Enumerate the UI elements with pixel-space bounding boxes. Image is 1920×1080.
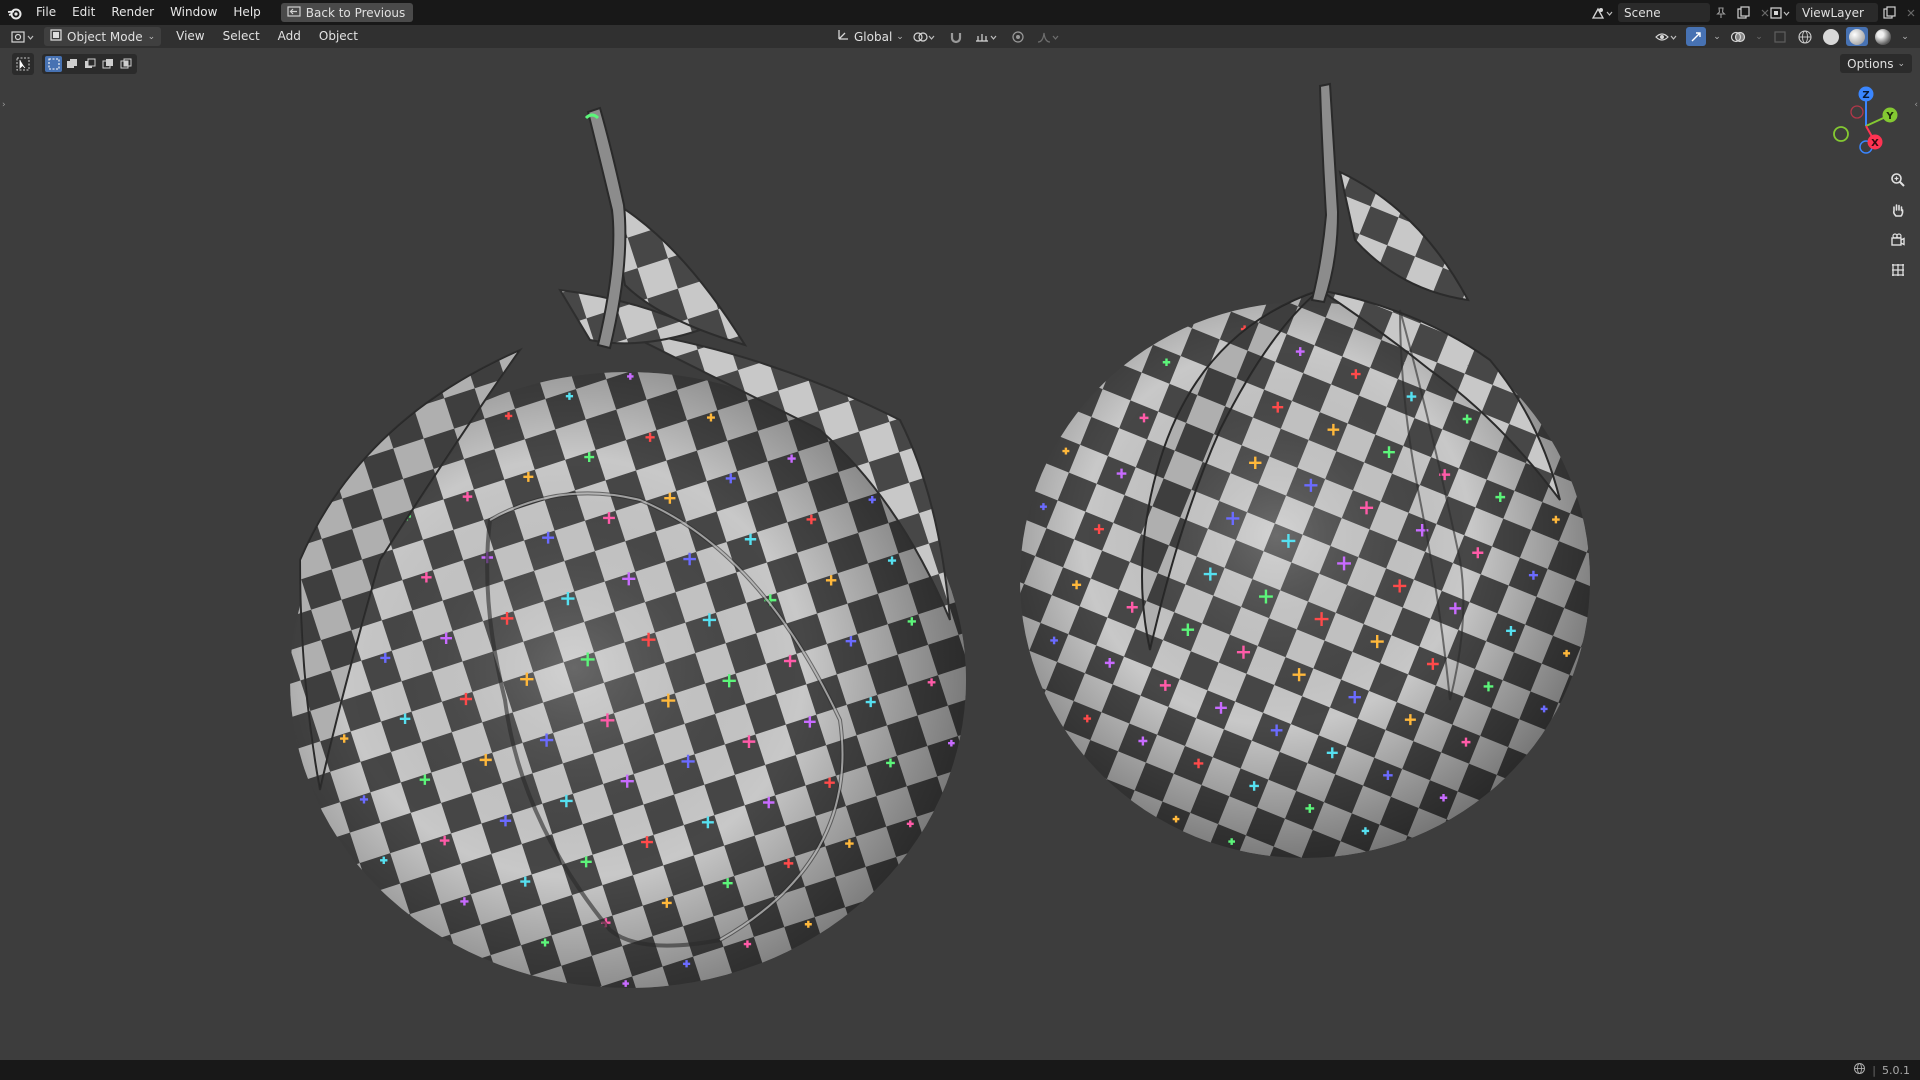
svg-text:Y: Y (1885, 111, 1894, 122)
pan-hand-icon[interactable] (1886, 198, 1910, 222)
blender-logo-icon[interactable] (2, 0, 28, 25)
rendered-shading-icon[interactable] (1872, 27, 1894, 46)
view-layer-name: ViewLayer (1802, 5, 1864, 20)
gizmo-dropdown-icon[interactable]: ⌄ (1710, 27, 1724, 46)
right-fruit-object[interactable] (1020, 82, 1590, 858)
menu-view[interactable]: View (167, 25, 213, 48)
falloff-icon[interactable] (1034, 27, 1064, 46)
xray-toggle-icon[interactable] (1770, 27, 1790, 46)
version-label: 5.0.1 (1882, 1063, 1910, 1077)
back-to-previous-label: Back to Previous (305, 5, 406, 20)
selection-mode-group (42, 54, 137, 74)
select-new-icon[interactable] (45, 56, 62, 72)
visibility-icon[interactable] (1652, 27, 1682, 46)
transform-orientation-dropdown[interactable]: Global ⌄ (836, 28, 904, 45)
shading-dropdown-icon[interactable]: ⌄ (1898, 27, 1912, 46)
object-mode-label: Object Mode (67, 29, 143, 44)
scene-name: Scene (1624, 5, 1661, 20)
menu-render[interactable]: Render (103, 0, 162, 25)
material-preview-shading-icon[interactable] (1846, 27, 1868, 46)
left-fruit-object[interactable] (290, 106, 966, 988)
overlays-icon[interactable] (1728, 27, 1748, 46)
zoom-icon[interactable] (1886, 168, 1910, 192)
menu-edit[interactable]: Edit (64, 0, 103, 25)
proportional-editing-icon[interactable] (1008, 27, 1028, 46)
select-invert-icon[interactable] (99, 56, 116, 72)
view-layer-field[interactable]: ViewLayer (1796, 3, 1878, 22)
new-view-layer-icon[interactable] (1878, 3, 1900, 22)
chevron-down-icon: ⌄ (147, 31, 156, 42)
editor-type-icon[interactable] (6, 27, 40, 46)
object-mode-icon (50, 29, 62, 44)
options-label: Options (1847, 56, 1894, 71)
back-icon (287, 5, 301, 20)
solid-shading-icon[interactable] (1820, 27, 1842, 46)
select-tool-icon[interactable] (12, 53, 34, 75)
snap-target-icon[interactable] (972, 27, 1002, 46)
select-extend-icon[interactable] (63, 56, 80, 72)
scene-name-field[interactable]: Scene (1618, 3, 1710, 22)
gizmo-toggle-icon[interactable] (1686, 27, 1706, 46)
toolbar-expand-arrow-icon[interactable]: › (2, 100, 6, 110)
pin-icon[interactable] (1710, 3, 1732, 22)
navigation-gizmo[interactable]: Z Y X (1830, 84, 1910, 164)
svg-text:X: X (1871, 138, 1879, 149)
grid-icon[interactable] (1886, 258, 1910, 282)
viewport-header: Object Mode ⌄ View Select Add Object Glo… (0, 25, 1920, 48)
menu-object[interactable]: Object (310, 25, 367, 48)
top-menu-bar: File Edit Render Window Help Back to Pre… (0, 0, 1920, 25)
select-intersect-icon[interactable] (117, 56, 134, 72)
overlays-dropdown-icon[interactable]: ⌄ (1752, 27, 1766, 46)
menu-window[interactable]: Window (162, 0, 225, 25)
menu-help[interactable]: Help (225, 0, 268, 25)
camera-icon[interactable] (1886, 228, 1910, 252)
menu-file[interactable]: File (28, 0, 64, 25)
orientation-axes-icon (836, 28, 850, 45)
pivot-point-icon[interactable] (910, 27, 940, 46)
menu-add[interactable]: Add (269, 25, 310, 48)
chevron-down-icon: ⌄ (896, 31, 904, 42)
new-scene-icon[interactable] (1732, 3, 1754, 22)
sidebar-expand-arrow-icon[interactable]: ‹ (1914, 100, 1918, 110)
view-layer-browse-icon[interactable] (1766, 3, 1794, 22)
chevron-down-icon: ⌄ (1897, 58, 1905, 69)
wireframe-shading-icon[interactable] (1794, 27, 1816, 46)
snap-toggle-icon[interactable] (946, 27, 966, 46)
back-to-previous-button[interactable]: Back to Previous (280, 3, 414, 22)
viewport-scene[interactable] (0, 48, 1920, 1060)
3d-viewport[interactable]: Options ⌄ › ‹ Z Y X (0, 48, 1920, 1060)
gizmo-neg-x[interactable] (1850, 105, 1864, 119)
scene-browse-icon[interactable] (1588, 3, 1616, 22)
status-bar: | 5.0.1 (0, 1060, 1920, 1080)
delete-view-layer-icon[interactable] (1900, 3, 1920, 22)
select-subtract-icon[interactable] (81, 56, 98, 72)
gizmo-neg-y[interactable] (1833, 126, 1849, 142)
svg-text:Z: Z (1862, 90, 1869, 101)
network-globe-icon[interactable] (1853, 1062, 1866, 1078)
transform-orientation-label: Global (854, 29, 893, 44)
options-dropdown[interactable]: Options ⌄ (1840, 54, 1912, 73)
menu-select[interactable]: Select (214, 25, 269, 48)
object-mode-dropdown[interactable]: Object Mode ⌄ (44, 27, 162, 46)
